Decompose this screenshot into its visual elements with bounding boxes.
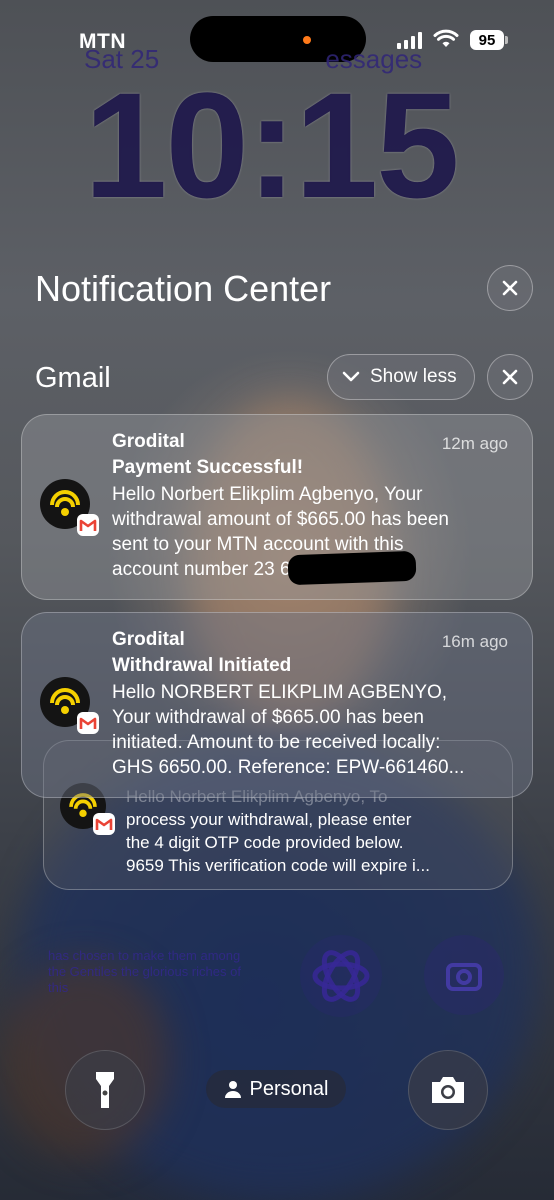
gmail-badge-icon <box>77 712 99 734</box>
notification-card[interactable]: Grodital 12m ago Payment Successful! Hel… <box>21 414 533 600</box>
flashlight-button[interactable] <box>65 1050 145 1130</box>
battery-indicator: 95 <box>470 30 508 50</box>
gmail-badge-icon <box>77 514 99 536</box>
notification-card[interactable]: Grodital 16m ago Withdrawal Initiated He… <box>21 612 533 798</box>
focus-label: Personal <box>249 1077 329 1100</box>
notification-subject: Withdrawal Initiated <box>112 655 292 676</box>
focus-mode-indicator[interactable]: Personal <box>206 1070 346 1108</box>
wifi-icon <box>433 29 459 47</box>
flashlight-icon <box>96 1072 114 1108</box>
camera-widget-icon <box>424 935 504 1015</box>
show-less-label: Show less <box>370 366 457 387</box>
notification-center-title: Notification Center <box>35 268 332 309</box>
camera-button[interactable] <box>408 1050 488 1130</box>
notification-subject: Payment Successful! <box>112 457 304 478</box>
chatgpt-widget-icon <box>300 935 382 1017</box>
bible-verse-widget: has chosen to make them among the Gentil… <box>48 948 241 995</box>
clear-all-button[interactable] <box>487 265 533 311</box>
notification-sender: Grodital <box>112 431 185 452</box>
close-icon <box>502 280 518 296</box>
notification-body: Hello NORBERT ELIKPLIM AGBENYO, Your wit… <box>112 682 465 778</box>
redaction-mark <box>287 550 417 586</box>
lock-clock: 10:15 <box>84 61 460 229</box>
person-icon <box>224 1081 241 1098</box>
gmail-badge-icon <box>93 813 115 835</box>
notification-time: 12m ago <box>441 434 508 453</box>
chevron-down-icon <box>342 371 360 382</box>
clear-group-button[interactable] <box>487 354 533 400</box>
notification-time: 16m ago <box>441 632 508 651</box>
notification-sender: Grodital <box>112 629 185 650</box>
notification-body: Hello Norbert Elikplim Agbenyo, To proce… <box>126 787 430 875</box>
show-less-button[interactable]: Show less <box>327 354 475 400</box>
camera-icon <box>432 1077 464 1103</box>
group-app-label: Gmail <box>35 362 111 394</box>
close-icon <box>502 369 518 385</box>
privacy-indicator-dot <box>303 36 311 44</box>
